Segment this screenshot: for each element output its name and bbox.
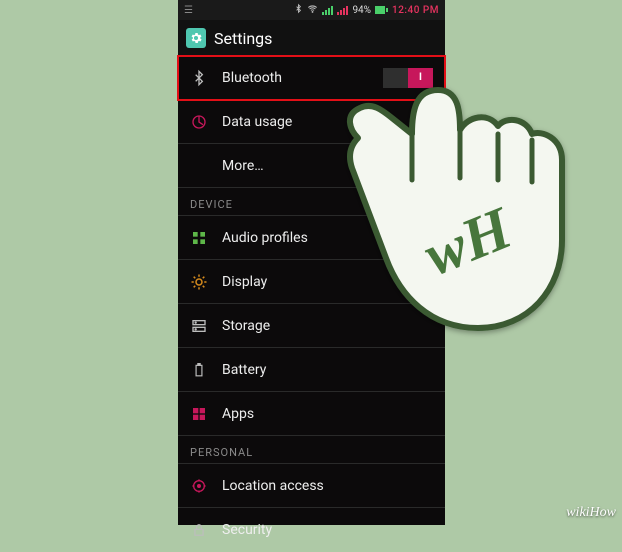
status-left: ☰ bbox=[184, 5, 193, 16]
app-title: Settings bbox=[214, 29, 272, 48]
row-location-access[interactable]: Location access bbox=[178, 464, 445, 508]
storage-icon bbox=[190, 317, 208, 335]
display-icon bbox=[190, 273, 208, 291]
bluetooth-icon bbox=[190, 69, 208, 87]
row-bluetooth[interactable]: Bluetooth I bbox=[178, 56, 445, 100]
storage-label: Storage bbox=[222, 318, 433, 334]
bluetooth-toggle[interactable]: I bbox=[383, 68, 433, 88]
row-battery[interactable]: Battery bbox=[178, 348, 445, 392]
security-label: Security bbox=[222, 522, 433, 538]
battery-percent: 94% bbox=[352, 5, 371, 16]
row-storage[interactable]: Storage bbox=[178, 304, 445, 348]
signal-bars-2 bbox=[337, 5, 348, 15]
section-personal: PERSONAL bbox=[178, 436, 445, 464]
apps-icon bbox=[190, 405, 208, 423]
location-icon bbox=[190, 477, 208, 495]
status-time: 12:40 PM bbox=[392, 5, 439, 16]
data-usage-icon bbox=[190, 113, 208, 131]
row-apps[interactable]: Apps bbox=[178, 392, 445, 436]
display-label: Display bbox=[222, 274, 433, 290]
row-audio-profiles[interactable]: Audio profiles bbox=[178, 216, 445, 260]
wifi-status-icon bbox=[307, 4, 318, 17]
gear-icon bbox=[186, 28, 206, 48]
bluetooth-status-icon bbox=[294, 3, 303, 17]
location-label: Location access bbox=[222, 478, 433, 494]
data-usage-label: Data usage bbox=[222, 114, 433, 130]
toggle-on-label: I bbox=[408, 68, 433, 88]
menu-icon: ☰ bbox=[184, 5, 193, 16]
app-bar: Settings bbox=[178, 20, 445, 56]
section-device: DEVICE bbox=[178, 188, 445, 216]
phone-screen: ☰ 94% 12:40 PM Settings Bluetooth bbox=[178, 0, 445, 525]
battery-icon bbox=[375, 6, 388, 14]
security-icon bbox=[190, 521, 208, 539]
row-display[interactable]: Display bbox=[178, 260, 445, 304]
battery-label: Battery bbox=[222, 362, 433, 378]
status-bar: ☰ 94% 12:40 PM bbox=[178, 0, 445, 20]
watermark: wikiHow bbox=[566, 505, 616, 521]
status-right: 94% 12:40 PM bbox=[294, 3, 439, 17]
audio-profiles-label: Audio profiles bbox=[222, 230, 433, 246]
bluetooth-label: Bluetooth bbox=[222, 70, 369, 86]
row-security[interactable]: Security bbox=[178, 508, 445, 552]
more-label: More… bbox=[222, 158, 433, 174]
battery-row-icon bbox=[190, 361, 208, 379]
row-more[interactable]: More… bbox=[178, 144, 445, 188]
signal-bars-1 bbox=[322, 5, 333, 15]
apps-label: Apps bbox=[222, 406, 433, 422]
audio-profiles-icon bbox=[190, 229, 208, 247]
row-data-usage[interactable]: Data usage bbox=[178, 100, 445, 144]
